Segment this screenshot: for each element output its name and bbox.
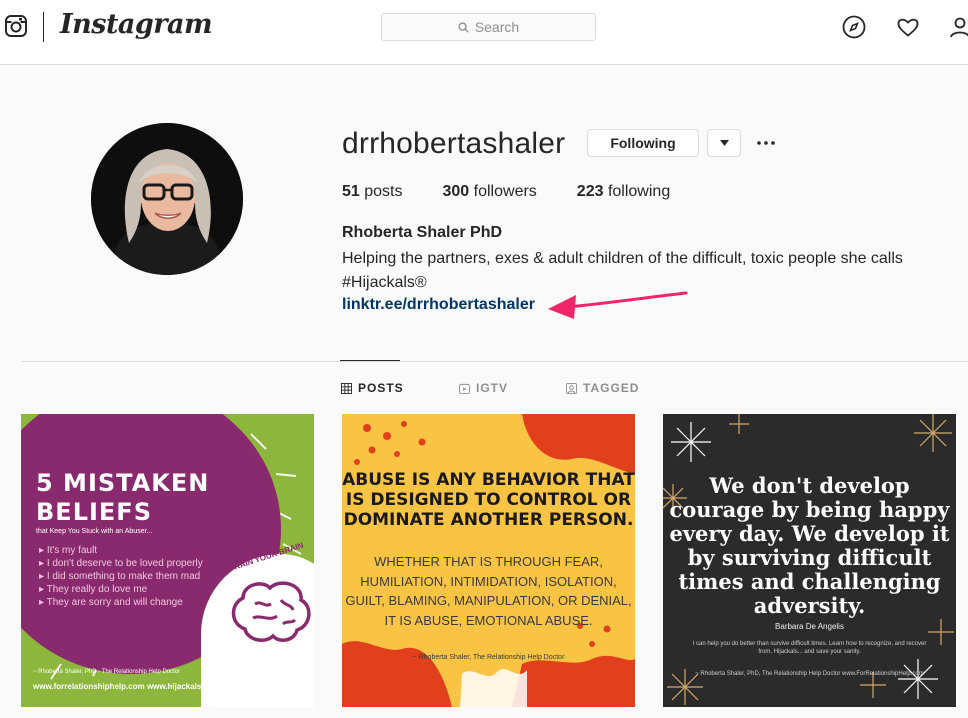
brain-icon [231, 581, 311, 642]
post-title: 5 MISTAKEN BELIEFS [36, 469, 210, 526]
following-button[interactable]: Following [587, 129, 699, 157]
list-item: I don't deserve to be loved properly [39, 557, 203, 570]
grid-icon [341, 382, 352, 394]
following-count: 223 [576, 183, 604, 200]
post-tile[interactable]: ABUSE IS ANY BEHAVIOR THAT IS DESIGNED T… [342, 414, 635, 707]
instagram-glyph-icon[interactable] [4, 14, 28, 38]
following-label: following [607, 183, 671, 200]
followers-stat[interactable]: 300 followers [443, 183, 537, 201]
search-input[interactable]: Search [381, 13, 596, 41]
tab-igtv-label: IGTV [476, 381, 509, 395]
profile-avatar[interactable] [91, 123, 243, 275]
post-urls: www.forrelationshiphelp.com www.hijackal… [33, 682, 221, 691]
tagged-icon [566, 382, 577, 394]
profile-bio-link[interactable]: linktr.ee/drrhobertashaler [342, 296, 535, 314]
top-nav: Instagram Search [0, 0, 968, 65]
post-list: It's my fault I don't deserve to be love… [39, 544, 203, 609]
profile-icon[interactable] [948, 15, 968, 39]
instagram-wordmark[interactable]: Instagram [60, 9, 213, 40]
tab-posts-label: POSTS [358, 381, 404, 395]
posts-label: posts [364, 183, 403, 200]
tabs-divider [21, 361, 968, 362]
post-footer: ~ Rhoberta Shaler, PhD - The Relationshi… [33, 669, 181, 675]
post-author: Barbara De Angelis [775, 622, 844, 631]
post-attribution: ~ Rhoberta Shaler, The Relationship Help… [412, 654, 565, 661]
tab-igtv[interactable]: IGTV [459, 381, 508, 395]
compass-icon[interactable] [842, 15, 866, 39]
caret-down-icon [719, 140, 729, 146]
followers-count: 300 [442, 183, 470, 200]
post-tile[interactable]: We don't develop courage by being happy … [663, 414, 956, 707]
ellipsis-icon [757, 141, 775, 145]
posts-stat: 51 posts [342, 183, 403, 201]
nav-divider [43, 12, 44, 42]
post-title: ABUSE IS ANY BEHAVIOR THAT IS DESIGNED T… [342, 470, 635, 530]
search-placeholder: Search [474, 19, 520, 35]
post-subtitle: that Keep You Stuck with an Abuser... [36, 528, 153, 535]
list-item: They really do love me [39, 583, 203, 596]
post-body: WHETHER THAT IS THROUGH FEAR, HUMILIATIO… [345, 554, 632, 628]
heart-icon[interactable] [896, 15, 920, 39]
search-icon [458, 21, 469, 33]
more-options-button[interactable] [752, 131, 780, 155]
post-caption: I can help you do better than survive di… [692, 641, 927, 655]
tab-tagged[interactable]: TAGGED [566, 381, 639, 395]
following-stat[interactable]: 223 following [577, 183, 670, 201]
annotation-arrow [548, 291, 688, 319]
tab-tagged-label: TAGGED [583, 381, 640, 395]
profile-stats: 51 posts 300 followers 223 following [342, 183, 710, 201]
post-tile[interactable]: 5 MISTAKEN BELIEFS that Keep You Stuck w… [21, 414, 314, 707]
post-footer: ~ Rhoberta Shaler, PhD, The Relationship… [695, 671, 924, 677]
igtv-icon [459, 383, 470, 394]
list-item: I did something to make them mad [39, 570, 203, 583]
list-item: It's my fault [39, 544, 203, 557]
active-tab-indicator [340, 360, 400, 361]
tab-posts[interactable]: POSTS [341, 381, 404, 395]
profile-full-name: Rhoberta Shaler PhD [342, 224, 503, 241]
posts-count: 51 [342, 183, 360, 200]
post-quote: We don't develop courage by being happy … [669, 473, 950, 618]
list-item: They are sorry and will change [39, 596, 203, 609]
profile-username: drrhobertashaler [342, 127, 566, 160]
suggested-dropdown-button[interactable] [707, 129, 741, 157]
followers-label: followers [473, 183, 537, 200]
